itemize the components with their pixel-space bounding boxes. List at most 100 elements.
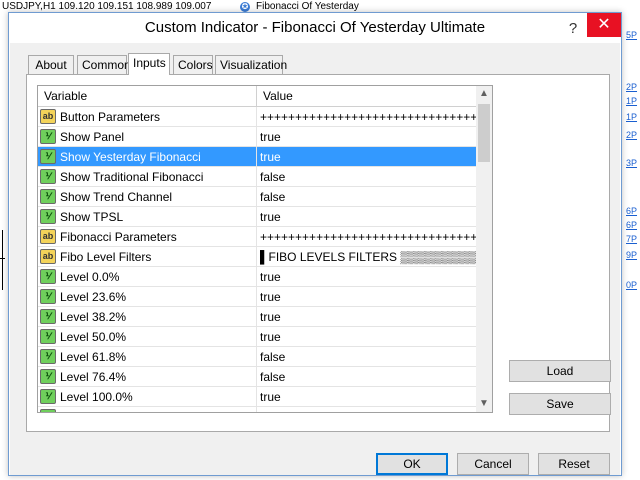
tab-about[interactable]: About: [28, 55, 74, 74]
variable-name: Fibonacci Parameters: [60, 230, 177, 244]
value-cell[interactable]: false: [257, 347, 476, 367]
table-row[interactable]: ⅟ Level 38.2% true: [38, 307, 476, 327]
table-row[interactable]: ⅟ Show Trend Channel false: [38, 187, 476, 207]
bool-param-icon: ⅟: [40, 329, 56, 344]
bool-param-icon: ⅟: [40, 189, 56, 204]
column-header-value[interactable]: Value: [257, 86, 476, 106]
variable-cell[interactable]: ab Fibo Level Filters: [38, 247, 257, 267]
chart-price-label: 1P: [626, 112, 638, 122]
table-row[interactable]: ⅟ Show Yesterday Fibonacci true: [38, 147, 476, 167]
tab-colors[interactable]: Colors: [173, 55, 213, 74]
variable-cell[interactable]: ⅟ Show Yesterday Fibonacci: [38, 147, 257, 167]
table-row[interactable]: ab Button Parameters +++++++++++++++++++++…: [38, 107, 476, 127]
tab-common[interactable]: Common: [77, 55, 131, 74]
value-cell[interactable]: false: [257, 187, 476, 207]
chart-price-label: 3P: [626, 158, 638, 168]
variable-cell[interactable]: ⅟ Level 23.6%: [38, 287, 257, 307]
cancel-button[interactable]: Cancel: [457, 453, 529, 475]
table-row[interactable]: ab Fibonacci Parameters ++++++++++++++++++…: [38, 227, 476, 247]
close-button[interactable]: ✕: [587, 13, 621, 37]
table-row[interactable]: ⅟ Show Traditional Fibonacci false: [38, 167, 476, 187]
variable-name: Button Parameters: [60, 110, 161, 124]
value-cell[interactable]: true: [257, 207, 476, 227]
help-button[interactable]: ?: [563, 19, 583, 39]
bool-param-icon: ⅟: [40, 269, 56, 284]
chart-line: [2, 230, 3, 290]
chart-tick: [0, 258, 5, 259]
string-param-icon: ab: [40, 109, 56, 124]
chart-price-label: 1P: [626, 96, 638, 106]
table-row[interactable]: ⅟ Level 50.0% true: [38, 327, 476, 347]
table-row[interactable]: ⅟ Level 23.6% true: [38, 287, 476, 307]
chart-price-label: 9P: [626, 250, 638, 260]
table-row[interactable]: ⅟ Level 0.0% true: [38, 267, 476, 287]
variable-name: Level 123.6%: [60, 407, 133, 412]
value-cell[interactable]: ▌FIBO LEVELS FILTERS ▒▒▒▒▒▒▒▒▒▒: [257, 247, 476, 267]
value-cell[interactable]: true: [257, 287, 476, 307]
value-cell[interactable]: true: [257, 327, 476, 347]
variable-cell[interactable]: ⅟ Level 38.2%: [38, 307, 257, 327]
table-row[interactable]: ⅟ Show Panel true: [38, 127, 476, 147]
tab-visualization[interactable]: Visualization: [215, 55, 287, 74]
table-row[interactable]: ⅟ Level 100.0% true: [38, 387, 476, 407]
variable-cell[interactable]: ⅟ Level 61.8%: [38, 347, 257, 367]
value-cell[interactable]: false: [257, 367, 476, 387]
variable-name: Level 38.2%: [60, 310, 127, 324]
table-row[interactable]: ⅟ Level 123.6% true: [38, 407, 476, 412]
title-bar[interactable]: Custom Indicator - Fibonacci Of Yesterda…: [9, 13, 621, 43]
variable-cell[interactable]: ⅟ Level 50.0%: [38, 327, 257, 347]
variable-name: Show Panel: [60, 130, 125, 144]
chart-price-label: 5P: [626, 30, 638, 40]
variable-name: Level 76.4%: [60, 370, 127, 384]
bool-param-icon: ⅟: [40, 309, 56, 324]
vertical-scrollbar[interactable]: ▲ ▼: [476, 86, 492, 412]
scroll-down-icon[interactable]: ▼: [476, 396, 492, 412]
variable-cell[interactable]: ab Button Parameters: [38, 107, 257, 127]
table-row[interactable]: ⅟ Level 76.4% false: [38, 367, 476, 387]
chart-price-labels: 5P 2P 1P 1P 2P 3P 6P 6P 7P 9P 0P: [624, 30, 640, 330]
ok-button[interactable]: OK: [376, 453, 448, 475]
tab-inputs[interactable]: Inputs: [128, 53, 170, 75]
variable-name: Level 100.0%: [60, 390, 133, 404]
value-cell[interactable]: true: [257, 147, 476, 167]
inputs-tab-panel: Variable Value ab Button Parameters ++++++…: [26, 74, 611, 432]
custom-indicator-dialog: Custom Indicator - Fibonacci Of Yesterda…: [8, 12, 622, 476]
variable-name: Show Yesterday Fibonacci: [60, 150, 201, 164]
save-button[interactable]: Save: [509, 393, 611, 415]
variable-cell[interactable]: ⅟ Show TPSL: [38, 207, 257, 227]
value-cell[interactable]: ++++++++++++++++++++++++++++++++: [257, 107, 476, 127]
scroll-thumb[interactable]: [478, 104, 490, 162]
variable-name: Level 50.0%: [60, 330, 127, 344]
variable-cell[interactable]: ab Fibonacci Parameters: [38, 227, 257, 247]
value-cell[interactable]: true: [257, 387, 476, 407]
value-cell[interactable]: true: [257, 307, 476, 327]
variable-cell[interactable]: ⅟ Level 76.4%: [38, 367, 257, 387]
variable-cell[interactable]: ⅟ Show Panel: [38, 127, 257, 147]
bool-param-icon: ⅟: [40, 129, 56, 144]
gear-icon: ✪: [240, 2, 250, 12]
table-row[interactable]: ab Fibo Level Filters ▌FIBO LEVELS FILTERS…: [38, 247, 476, 267]
value-cell[interactable]: true: [257, 407, 476, 412]
bool-param-icon: ⅟: [40, 149, 56, 164]
value-cell[interactable]: false: [257, 167, 476, 187]
bool-param-icon: ⅟: [40, 389, 56, 404]
variable-cell[interactable]: ⅟ Level 0.0%: [38, 267, 257, 287]
string-param-icon: ab: [40, 229, 56, 244]
table-row[interactable]: ⅟ Show TPSL true: [38, 207, 476, 227]
load-button[interactable]: Load: [509, 360, 611, 382]
variable-cell[interactable]: ⅟ Level 123.6%: [38, 407, 257, 412]
value-cell[interactable]: ++++++++++++++++++++++++++++++++: [257, 227, 476, 247]
reset-button[interactable]: Reset: [538, 453, 610, 475]
chart-price-label: 6P: [626, 220, 638, 230]
scroll-up-icon[interactable]: ▲: [476, 86, 492, 102]
value-cell[interactable]: true: [257, 267, 476, 287]
value-cell[interactable]: true: [257, 127, 476, 147]
table-row[interactable]: ⅟ Level 61.8% false: [38, 347, 476, 367]
variable-cell[interactable]: ⅟ Show Traditional Fibonacci: [38, 167, 257, 187]
bool-param-icon: ⅟: [40, 349, 56, 364]
variable-cell[interactable]: ⅟ Show Trend Channel: [38, 187, 257, 207]
variable-name: Level 61.8%: [60, 350, 127, 364]
variable-cell[interactable]: ⅟ Level 100.0%: [38, 387, 257, 407]
inputs-grid: Variable Value ab Button Parameters ++++++…: [37, 85, 493, 413]
column-header-variable[interactable]: Variable: [38, 86, 257, 106]
